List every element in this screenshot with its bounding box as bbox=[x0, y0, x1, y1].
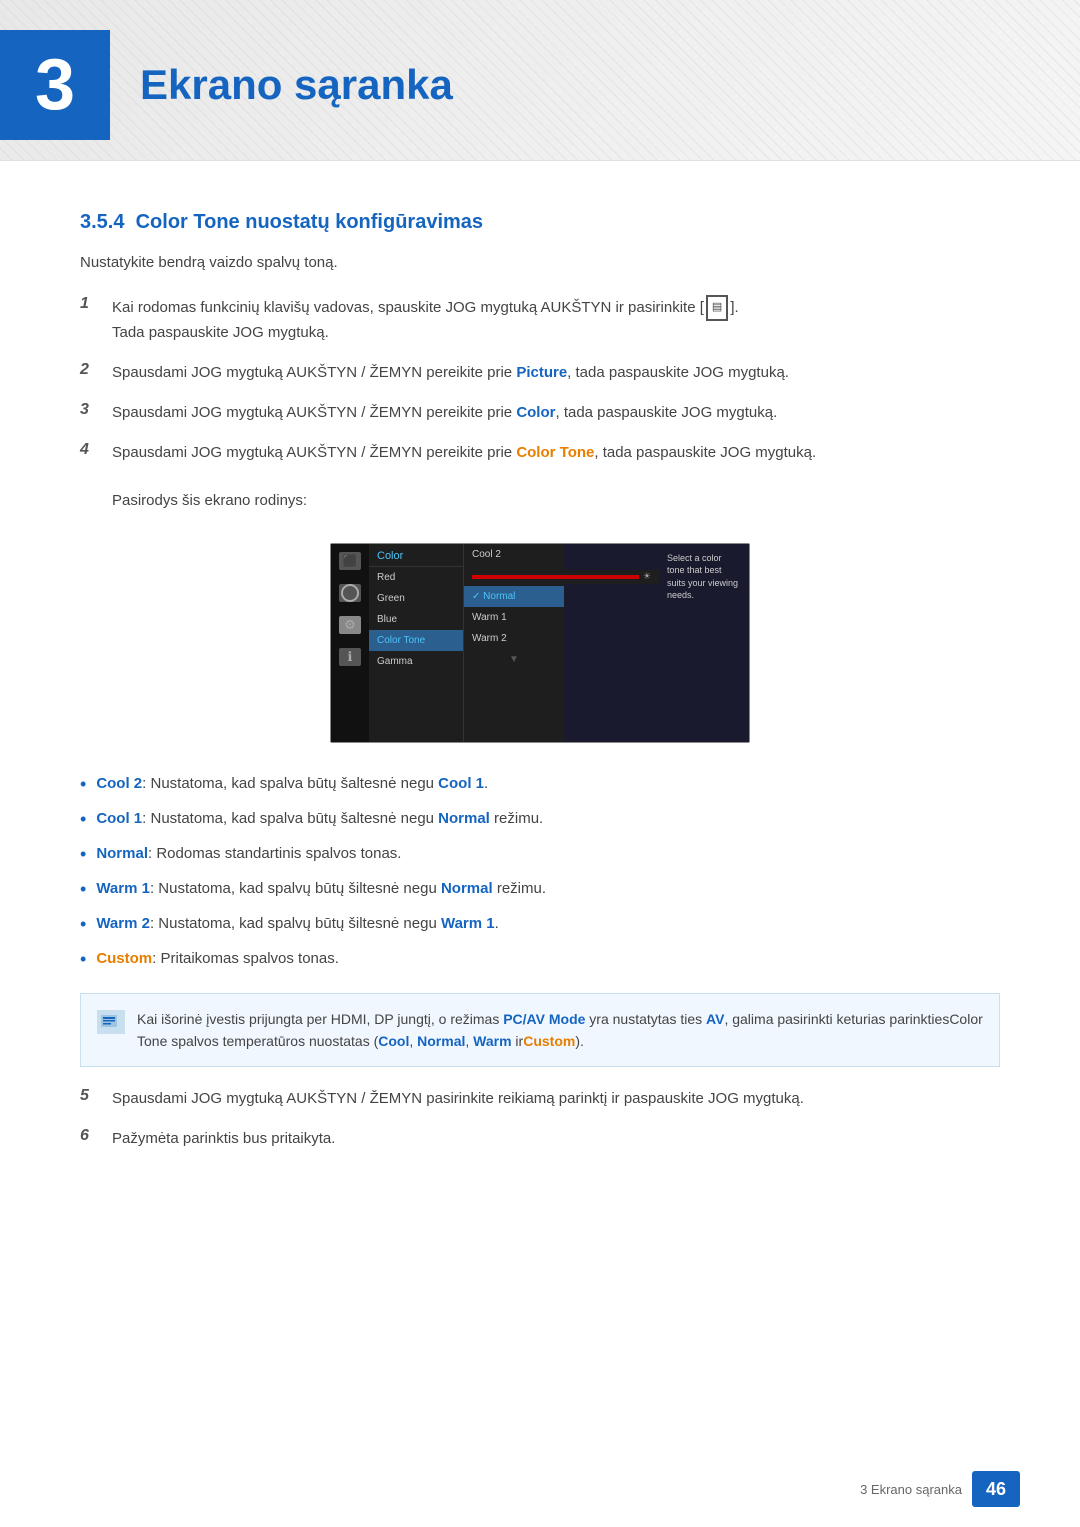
submenu-normal[interactable]: Normal bbox=[464, 586, 564, 607]
submenu-cool2[interactable]: Cool 2 bbox=[464, 544, 564, 565]
step-3-content: Spausdami JOG mygtuką AUKŠTYN / ŽEMYN pe… bbox=[112, 401, 1000, 425]
bullet-custom: • Custom: Pritaikomas spalvos tonas. bbox=[80, 948, 1000, 973]
page-title: Ekrano sąranka bbox=[140, 61, 453, 109]
tooltip-text: Select a color tone that best suits your… bbox=[667, 552, 741, 602]
step-4: 4 Spausdami JOG mygtuką AUKŠTYN / ŽEMYN … bbox=[80, 441, 1000, 513]
chapter-number: 3 bbox=[35, 44, 75, 126]
circle-icon bbox=[339, 584, 361, 602]
page-header: 3 Ekrano sąranka bbox=[0, 0, 1080, 161]
step-4-note: Pasirodys šis ekrano rodinys: bbox=[112, 492, 307, 509]
sidebar-icons: ⬛ ⚙ ℹ bbox=[331, 544, 369, 742]
footer-page-number: 46 bbox=[972, 1471, 1020, 1507]
step-2-content: Spausdami JOG mygtuką AUKŠTYN / ŽEMYN pe… bbox=[112, 361, 1000, 385]
picture-label: Picture bbox=[516, 364, 567, 381]
footer-chapter-ref: 3 Ekrano sąranka bbox=[860, 1482, 962, 1497]
step-6: 6 Pažymėta parinktis bus pritaikyta. bbox=[80, 1127, 1000, 1151]
menu-red: Red bbox=[369, 567, 463, 588]
step-2: 2 Spausdami JOG mygtuką AUKŠTYN / ŽEMYN … bbox=[80, 361, 1000, 385]
color-label: Color bbox=[516, 404, 555, 421]
bullet-warm2: • Warm 2: Nustatoma, kad spalvų būtų šil… bbox=[80, 913, 1000, 938]
bullet-warm2-text: Warm 2: Nustatoma, kad spalvų būtų šilte… bbox=[96, 913, 498, 936]
step-1-content: Kai rodomas funkcinių klavišų vadovas, s… bbox=[112, 295, 1000, 345]
step-5: 5 Spausdami JOG mygtuką AUKŠTYN / ŽEMYN … bbox=[80, 1087, 1000, 1111]
bullet-warm1-text: Warm 1: Nustatoma, kad spalvų būtų šilte… bbox=[96, 878, 546, 901]
step-6-content: Pažymėta parinktis bus pritaikyta. bbox=[112, 1127, 1000, 1151]
step-5-number: 5 bbox=[80, 1087, 112, 1105]
step-4-number: 4 bbox=[80, 441, 112, 459]
bullet-cool1: • Cool 1: Nustatoma, kad spalva būtų šal… bbox=[80, 808, 1000, 833]
bullet-cool2: • Cool 2: Nustatoma, kad spalva būtų šal… bbox=[80, 773, 1000, 798]
red-slider-value: ☀ bbox=[643, 571, 651, 582]
menu-header: Color bbox=[369, 544, 463, 567]
bullet-warm1: • Warm 1: Nustatoma, kad spalvų būtų šil… bbox=[80, 878, 1000, 903]
note-icon-img bbox=[97, 1010, 125, 1034]
bullet-cool1-text: Cool 1: Nustatoma, kad spalva būtų šalte… bbox=[96, 808, 543, 831]
note-content: Kai išorinė įvestis prijungta per HDMI, … bbox=[137, 1008, 983, 1053]
note-custom: Custom bbox=[523, 1033, 575, 1049]
tv-icon: ⬛ bbox=[339, 552, 361, 570]
note-cool: Cool bbox=[378, 1033, 409, 1049]
note-box: Kai išorinė įvestis prijungta per HDMI, … bbox=[80, 993, 1000, 1068]
screenshot: ⬛ ⚙ ℹ Color Red Green Blue Color Tone bbox=[330, 543, 750, 743]
red-bar-container: ☀ bbox=[464, 570, 659, 584]
page-footer: 3 Ekrano sąranka 46 bbox=[0, 1471, 1080, 1507]
info-icon: ℹ bbox=[339, 648, 361, 666]
screenshot-container: ⬛ ⚙ ℹ Color Red Green Blue Color Tone bbox=[80, 543, 1000, 743]
bullet-custom-text: Custom: Pritaikomas spalvos tonas. bbox=[96, 948, 339, 971]
section-heading: 3.5.4 Color Tone nuostatų konfigūravimas bbox=[80, 211, 1000, 234]
steps-after-list: 5 Spausdami JOG mygtuką AUKŠTYN / ŽEMYN … bbox=[80, 1087, 1000, 1151]
steps-list: 1 Kai rodomas funkcinių klavišų vadovas,… bbox=[80, 295, 1000, 513]
note-warm: Warm bbox=[473, 1033, 511, 1049]
bullet-normal: • Normal: Rodomas standartinis spalvos t… bbox=[80, 843, 1000, 868]
step-6-number: 6 bbox=[80, 1127, 112, 1145]
submenu-warm2[interactable]: Warm 2 bbox=[464, 628, 564, 649]
menu-icon: ▤ bbox=[706, 295, 728, 321]
step-1: 1 Kai rodomas funkcinių klavišų vadovas,… bbox=[80, 295, 1000, 345]
note-normal: Normal bbox=[417, 1033, 465, 1049]
bullet-cool2-text: Cool 2: Nustatoma, kad spalva būtų šalte… bbox=[96, 773, 488, 796]
section-intro: Nustatykite bendrą vaizdo spalvų toną. bbox=[80, 254, 1000, 271]
menu-color-tone[interactable]: Color Tone bbox=[369, 630, 463, 651]
menu-gamma: Gamma bbox=[369, 651, 463, 672]
color-tone-label: Color Tone bbox=[516, 444, 594, 461]
note-icon-container bbox=[97, 1010, 125, 1034]
bullet-list: • Cool 2: Nustatoma, kad spalva būtų šal… bbox=[80, 773, 1000, 973]
note-pc-av-mode: PC/AV Mode bbox=[503, 1011, 585, 1027]
chapter-number-box: 3 bbox=[0, 30, 110, 140]
menu-blue: Blue bbox=[369, 609, 463, 630]
step-4-content: Spausdami JOG mygtuką AUKŠTYN / ŽEMYN pe… bbox=[112, 441, 1000, 513]
main-content: 3.5.4 Color Tone nuostatų konfigūravimas… bbox=[0, 191, 1080, 1227]
step-1-number: 1 bbox=[80, 295, 112, 313]
note-pencil-icon bbox=[101, 1013, 121, 1031]
step-3-number: 3 bbox=[80, 401, 112, 419]
submenu-scroll-indicator: ▼ bbox=[464, 649, 564, 670]
red-slider-bar bbox=[472, 575, 639, 579]
step-5-content: Spausdami JOG mygtuką AUKŠTYN / ŽEMYN pa… bbox=[112, 1087, 1000, 1111]
step-2-number: 2 bbox=[80, 361, 112, 379]
note-av: AV bbox=[706, 1011, 724, 1027]
menu-panel: Color Red Green Blue Color Tone Gamma bbox=[369, 544, 464, 742]
menu-green: Green bbox=[369, 588, 463, 609]
submenu-warm1[interactable]: Warm 1 bbox=[464, 607, 564, 628]
gear-icon: ⚙ bbox=[339, 616, 361, 634]
bullet-normal-text: Normal: Rodomas standartinis spalvos ton… bbox=[96, 843, 401, 866]
step-3: 3 Spausdami JOG mygtuką AUKŠTYN / ŽEMYN … bbox=[80, 401, 1000, 425]
tooltip-area: Select a color tone that best suits your… bbox=[659, 544, 749, 742]
